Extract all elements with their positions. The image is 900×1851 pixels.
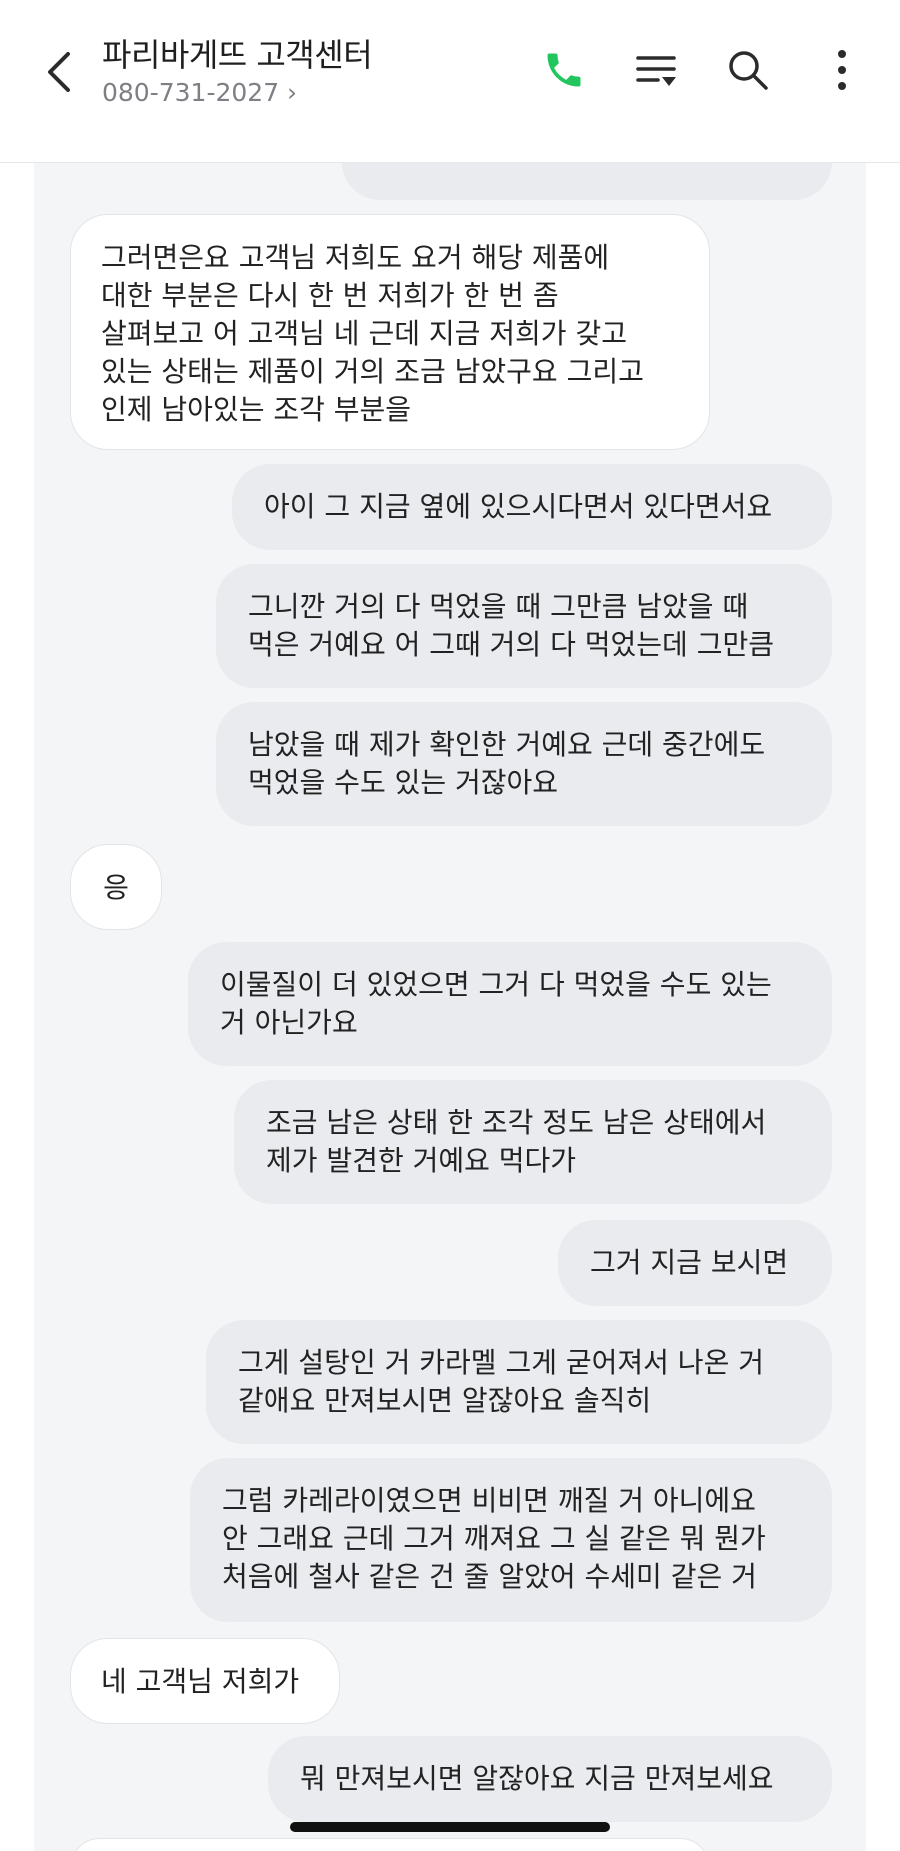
- message-bubble-clipped: [70, 1838, 710, 1851]
- message-bubble-outgoing: 그거 지금 보시면: [558, 1220, 832, 1306]
- back-button[interactable]: [38, 48, 78, 96]
- phone-number-link[interactable]: 080-731-2027 ›: [102, 78, 297, 107]
- message-bubble-outgoing: 그게 설탕인 거 카라멜 그게 굳어져서 나온 거 같애요 만져보시면 알잖아요…: [206, 1320, 832, 1444]
- phone-icon: [547, 53, 581, 87]
- chat-screen: 파리바게뜨 고객센터 080-731-2027 › 그러면은요 고객님 저희도 …: [0, 0, 900, 1851]
- message-bubble-outgoing: 조금 남은 상태 한 조각 정도 남은 상태에서 제가 발견한 거예요 먹다가: [234, 1080, 832, 1204]
- page-title: 파리바게뜨 고객센터: [102, 36, 373, 74]
- message-bubble-outgoing: 그럼 카레라이였으면 비비면 깨질 거 아니에요 안 그래요 근데 그거 깨져요…: [190, 1458, 832, 1622]
- sort-filter-button[interactable]: [630, 44, 682, 96]
- chat-header: 파리바게뜨 고객센터 080-731-2027 ›: [0, 0, 900, 163]
- message-bubble-clipped: [342, 162, 832, 200]
- message-list[interactable]: 그러면은요 고객님 저희도 요거 해당 제품에 대한 부분은 다시 한 번 저희…: [34, 162, 866, 1851]
- message-bubble-incoming: 응: [70, 844, 162, 930]
- message-bubble-outgoing: 아이 그 지금 옆에 있으시다면서 있다면서요: [232, 464, 832, 550]
- search-icon: [729, 51, 768, 90]
- more-options-button[interactable]: [816, 44, 868, 96]
- chevron-left-icon: [48, 52, 70, 92]
- message-bubble-outgoing: 이물질이 더 있었으면 그거 다 먹었을 수도 있는 거 아닌가요: [188, 942, 832, 1066]
- message-bubble-incoming: 그러면은요 고객님 저희도 요거 해당 제품에 대한 부분은 다시 한 번 저희…: [70, 214, 710, 450]
- search-button[interactable]: [722, 44, 774, 96]
- call-button[interactable]: [538, 44, 590, 96]
- home-indicator[interactable]: [290, 1822, 610, 1832]
- sort-icon: [636, 56, 676, 86]
- message-bubble-outgoing: 뭐 만져보시면 알잖아요 지금 만져보세요: [268, 1736, 832, 1822]
- message-bubble-incoming: 네 고객님 저희가: [70, 1638, 340, 1724]
- more-vertical-icon: [838, 50, 846, 90]
- message-bubble-outgoing: 남았을 때 제가 확인한 거예요 근데 중간에도 먹었을 수도 있는 거잖아요: [216, 702, 832, 826]
- message-bubble-outgoing: 그니깐 거의 다 먹었을 때 그만큼 남았을 때 먹은 거예요 어 그때 거의 …: [216, 564, 832, 688]
